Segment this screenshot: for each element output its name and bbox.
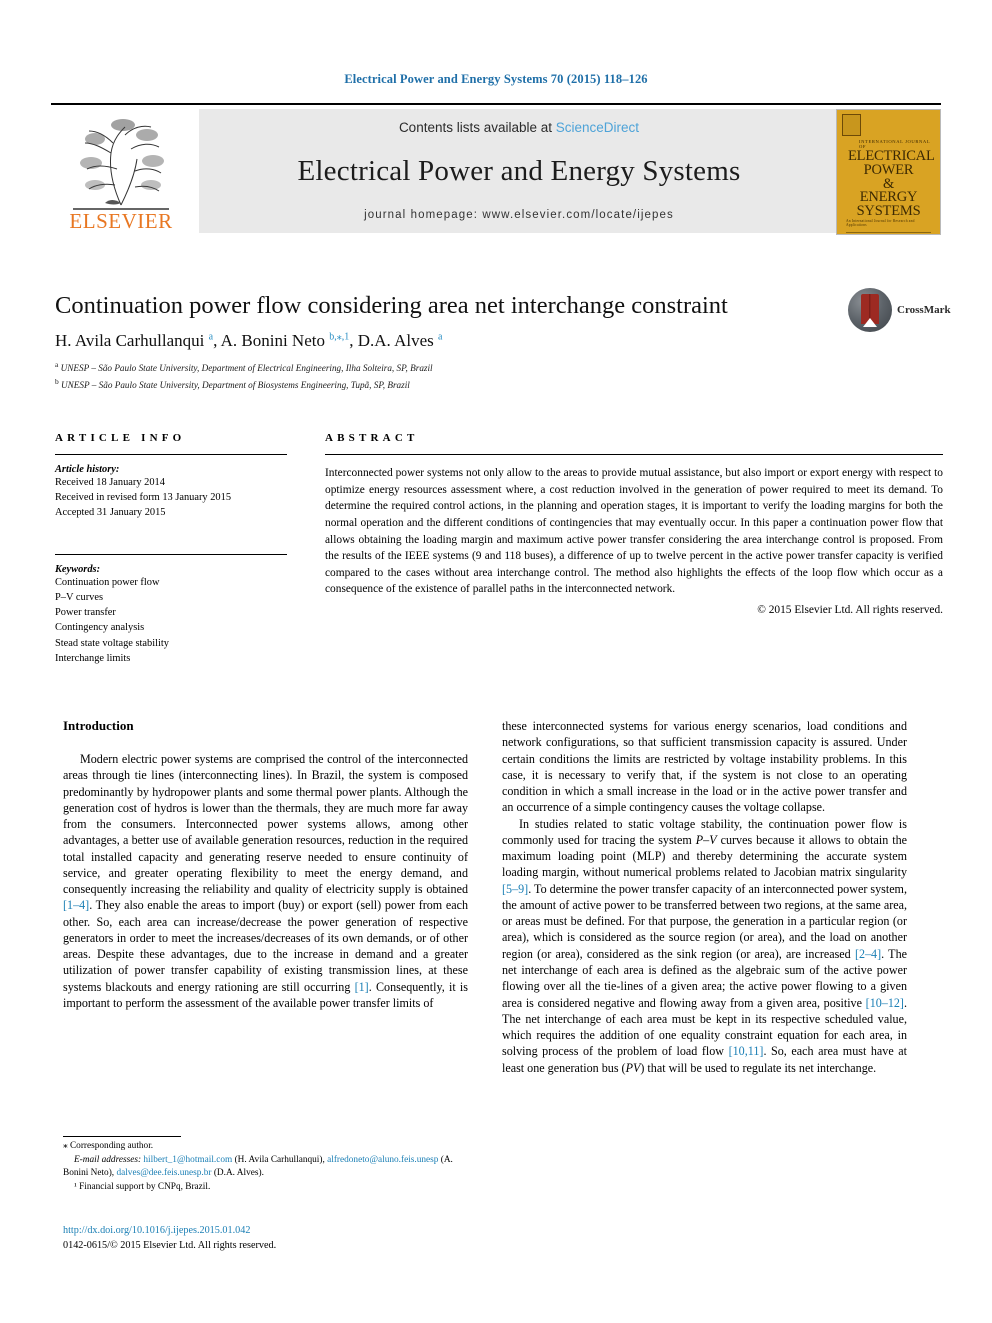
keyword-1: P–V curves bbox=[55, 592, 104, 604]
elsevier-logo: ELSEVIER bbox=[51, 109, 191, 233]
author-list: H. Avila Carhullanqui a, A. Bonini Neto … bbox=[55, 331, 443, 350]
crossmark-label: CrossMark bbox=[897, 304, 951, 316]
crossmark-circle-icon bbox=[848, 288, 892, 332]
cover-divider bbox=[846, 231, 931, 233]
svg-text:ELSEVIER: ELSEVIER bbox=[69, 209, 172, 233]
affiliation-b-text: UNESP – São Paulo State University, Depa… bbox=[61, 379, 410, 390]
footnote-financial-support: ¹ Financial support by CNPq, Brazil. bbox=[74, 1181, 211, 1192]
journal-homepage[interactable]: journal homepage: www.elsevier.com/locat… bbox=[199, 209, 839, 221]
cover-word-systems: SYSTEMS bbox=[856, 203, 921, 220]
crossmark-triangle-icon bbox=[863, 318, 877, 327]
pv-bus-term: PV bbox=[625, 1060, 641, 1075]
email-addresses-note: E-mail addresses: hilbert_1@hotmail.com … bbox=[63, 1154, 475, 1181]
doi-link[interactable]: http://dx.doi.org/10.1016/j.ijepes.2015.… bbox=[63, 1224, 475, 1239]
keyword-2: Power transfer bbox=[55, 607, 116, 619]
keyword-0: Continuation power flow bbox=[55, 577, 160, 589]
email-link-3[interactable]: dalves@dee.feis.unesp.br bbox=[116, 1168, 211, 1178]
email-owner-3: (D.A. Alves). bbox=[211, 1168, 264, 1179]
intro-p3-g: ) that will be used to regulate its net … bbox=[640, 1060, 877, 1075]
contents-available-line: Contents lists available at ScienceDirec… bbox=[399, 120, 639, 135]
section-heading-introduction: Introduction bbox=[63, 718, 134, 733]
article-history-0: Received 18 January 2014 bbox=[55, 477, 165, 488]
footnotes-block: ⁎ Corresponding author. E-mail addresses… bbox=[63, 1140, 475, 1194]
journal-title: Electrical Power and Energy Systems bbox=[297, 155, 741, 187]
article-info-section: ARTICLE INFO Article history: Received 1… bbox=[55, 432, 287, 666]
keyword-3: Contingency analysis bbox=[55, 622, 145, 634]
banner-center: Contents lists available at ScienceDirec… bbox=[199, 109, 839, 233]
affiliations: a UNESP – São Paulo State University, De… bbox=[55, 359, 875, 393]
citation-10-11[interactable]: [10,11] bbox=[729, 1044, 764, 1058]
cover-crest-icon bbox=[842, 114, 861, 136]
citation-10-12[interactable]: [10–12] bbox=[866, 996, 904, 1010]
keywords-divider bbox=[55, 554, 287, 556]
article-history-1: Received in revised form 13 January 2015 bbox=[55, 492, 232, 504]
sciencedirect-link[interactable]: ScienceDirect bbox=[556, 120, 639, 135]
email-owner-1: (H. Avila Carhullanqui), bbox=[232, 1154, 328, 1165]
doi-block: http://dx.doi.org/10.1016/j.ijepes.2015.… bbox=[63, 1224, 475, 1254]
author-affil-marker-a: a bbox=[208, 331, 214, 343]
affiliation-a-text: UNESP – São Paulo State University, Depa… bbox=[60, 363, 433, 374]
page-title: Continuation power flow considering area… bbox=[55, 292, 728, 319]
article-info-heading: ARTICLE INFO bbox=[55, 432, 186, 444]
intro-paragraph-2: these interconnected systems for various… bbox=[502, 719, 907, 815]
article-history-2: Accepted 31 January 2015 bbox=[55, 507, 166, 519]
contents-prefix: Contents lists available at bbox=[398, 120, 556, 135]
affiliation-a: a UNESP – São Paulo State University, De… bbox=[55, 360, 433, 374]
cover-subtitle: An International Journal for Research an… bbox=[846, 218, 915, 227]
issn-copyright-line: 0142-0615/© 2015 Elsevier Ltd. All right… bbox=[63, 1239, 277, 1251]
abstract-divider bbox=[325, 454, 943, 455]
keywords-block: Keywords: Continuation power flow P–V cu… bbox=[55, 554, 287, 665]
journal-banner: ELSEVIER Contents lists available at Sci… bbox=[51, 103, 941, 237]
abstract-text: Interconnected power systems not only al… bbox=[325, 467, 943, 596]
introduction-left-column: Introduction Modern electric power syste… bbox=[63, 718, 468, 1011]
journal-cover-thumbnail: INTERNATIONAL JOURNAL OF ELECTRICAL POWE… bbox=[836, 109, 941, 235]
citation-1-4[interactable]: [1–4] bbox=[63, 898, 89, 912]
paper-page: Electrical Power and Energy Systems 70 (… bbox=[0, 0, 992, 1323]
crossmark-badge[interactable]: CrossMark bbox=[848, 288, 951, 336]
abstract-heading: ABSTRACT bbox=[325, 432, 419, 444]
introduction-right-column: these interconnected systems for various… bbox=[502, 718, 907, 1076]
intro-paragraph-1: Modern electric power systems are compri… bbox=[63, 751, 468, 1011]
citation-5-9[interactable]: [5–9] bbox=[502, 882, 528, 896]
article-info-divider bbox=[55, 454, 287, 455]
keywords-label: Keywords: bbox=[55, 564, 101, 576]
affiliation-b: b UNESP – São Paulo State University, De… bbox=[55, 376, 410, 390]
abstract-section: ABSTRACT Interconnected power systems no… bbox=[325, 432, 943, 616]
elsevier-tree-icon: ELSEVIER bbox=[69, 119, 172, 233]
citation-1[interactable]: [1] bbox=[355, 980, 369, 994]
email-label: E-mail addresses: bbox=[74, 1154, 142, 1165]
author-affil-marker-a2: a bbox=[438, 331, 443, 343]
abstract-copyright: © 2015 Elsevier Ltd. All rights reserved… bbox=[757, 604, 943, 617]
keyword-4: Stead state voltage stability bbox=[55, 637, 169, 649]
intro-p1-a: Modern electric power systems are compri… bbox=[63, 752, 468, 897]
email-link-1[interactable]: hilbert_1@hotmail.com bbox=[143, 1155, 232, 1165]
intro-p3-c: . To determine the power transfer capaci… bbox=[502, 881, 907, 961]
article-history-label: Article history: bbox=[55, 464, 120, 475]
footnote-divider bbox=[63, 1136, 181, 1137]
corresponding-author-note: ⁎ Corresponding author. bbox=[63, 1141, 154, 1151]
intro-paragraph-3: In studies related to static voltage sta… bbox=[502, 816, 907, 1076]
running-head: Electrical Power and Energy Systems 70 (… bbox=[344, 72, 648, 86]
email-link-2[interactable]: alfredoneto@aluno.feis.unesp bbox=[327, 1155, 438, 1165]
pv-curves-term: P–V bbox=[695, 832, 717, 847]
author-affil-marker-b: b,⁎,1 bbox=[329, 331, 350, 343]
keyword-5: Interchange limits bbox=[55, 652, 131, 664]
citation-2-4[interactable]: [2–4] bbox=[855, 947, 881, 961]
